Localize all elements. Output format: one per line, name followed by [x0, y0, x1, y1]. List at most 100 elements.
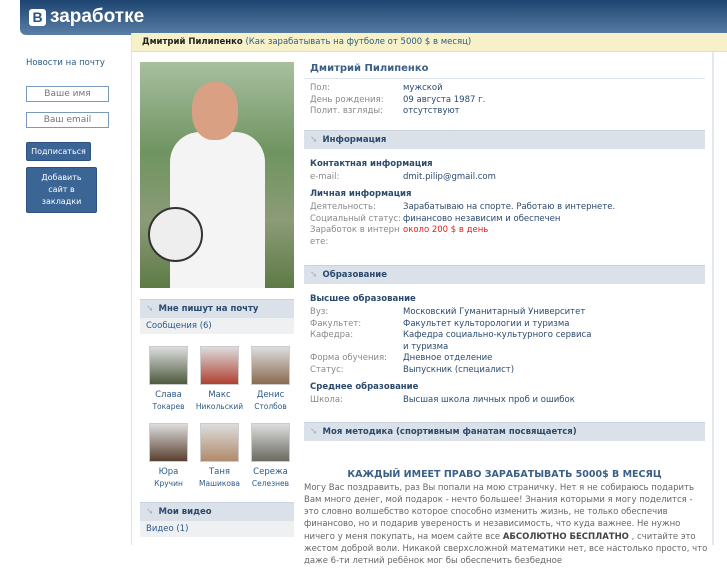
label: Заработок в интернете:: [310, 225, 400, 247]
site-header: Взаработке: [20, 0, 727, 35]
avatar[interactable]: [251, 346, 290, 385]
profile-name: Дмитрий Пилипенко: [304, 58, 705, 79]
education-header[interactable]: ➘ Образование: [304, 265, 705, 284]
earnings-value: около 200 $ в день: [403, 225, 489, 235]
friend-item[interactable]: Денис Столбов: [245, 346, 296, 413]
friend-item[interactable]: Таня Машикова: [194, 423, 245, 490]
info-row: Кафедра: Кафедра социально-культурного се…: [304, 330, 705, 353]
value: отсутствуют: [403, 106, 460, 116]
videos-link[interactable]: Видео (1): [140, 521, 294, 537]
label: Факультет:: [310, 318, 362, 329]
label: Статус:: [310, 364, 344, 375]
info-row: Форма обучения: Дневное отделение: [304, 353, 705, 365]
value: Кафедра социально-культурного сервиса и …: [403, 330, 592, 352]
site-logo[interactable]: Взаработке: [29, 6, 144, 28]
messages-link[interactable]: Сообщения (6): [140, 318, 294, 334]
bookmark-button[interactable]: Добавить сайт в закладки: [26, 167, 97, 213]
arrow-icon: ➘: [310, 134, 318, 145]
value: Выпускник (специалист): [403, 364, 515, 375]
avatar[interactable]: [251, 423, 290, 462]
friend-item[interactable]: Юра Кручин: [143, 423, 194, 490]
label: Социальный статус:: [310, 213, 401, 224]
secondary-edu-heading: Среднее образование: [310, 382, 419, 392]
info-header[interactable]: ➘ Информация: [304, 129, 705, 149]
value: 09 августа 1987 г.: [403, 94, 486, 105]
profile-photo: [140, 62, 294, 288]
mail-header[interactable]: ➘ Мне пишут на почту: [140, 299, 294, 318]
avatar[interactable]: [149, 423, 188, 462]
section-title: Информация: [322, 134, 387, 145]
friends-grid: Слава Токарев Макс Никольский Денис Столбов Юр…: [140, 334, 294, 490]
videos-section: ➘ Мои видео Видео (1): [140, 502, 294, 537]
label: e-mail:: [310, 171, 340, 182]
friend-first-name[interactable]: Сережа: [245, 466, 296, 478]
friend-first-name[interactable]: Таня: [194, 466, 245, 478]
method-headline: КАЖДЫЙ ИМЕЕТ ПРАВО ЗАРАБАТЫВАТЬ 5000$ В …: [347, 468, 662, 480]
mail-section: ➘ Мне пишут на почту Сообщения (6) Слава Т…: [140, 299, 294, 490]
label: День рождения:: [310, 94, 384, 105]
topbar-name: Дмитрий Пилипенко: [142, 37, 243, 47]
friend-last-name[interactable]: Машикова: [194, 478, 245, 490]
value: Факультет культорологии и туризма: [403, 318, 570, 329]
section-title: Моя методика (спортивным фанатам посвяща…: [322, 426, 577, 437]
value: Высшая школа личных проб и ошибок: [403, 395, 575, 405]
contact-heading: Контактная информация: [310, 158, 433, 169]
friend-last-name[interactable]: Столбов: [245, 401, 296, 413]
friend-first-name[interactable]: Денис: [245, 389, 296, 401]
friend-item[interactable]: Сережа Селезнев: [245, 423, 296, 490]
info-row: Факультет: Факультет культорологии и тури…: [304, 319, 705, 331]
friend-last-name[interactable]: Токарев: [143, 401, 194, 413]
name-input[interactable]: [26, 86, 109, 102]
section-title: Образование: [322, 270, 388, 280]
videos-header[interactable]: ➘ Мои видео: [140, 502, 294, 521]
value: мужской: [403, 83, 443, 93]
method-header[interactable]: ➘ Моя методика (спортивным фанатам посвящ…: [304, 421, 705, 441]
label: Вуз:: [310, 307, 329, 317]
value: Московский Гуманитарный Университет: [403, 307, 586, 317]
friend-item[interactable]: Макс Никольский: [194, 346, 245, 413]
friend-last-name[interactable]: Кручин: [143, 478, 194, 490]
info-row: День рождения: 09 августа 1987 г.: [304, 95, 705, 107]
avatar[interactable]: [200, 423, 239, 462]
friend-first-name[interactable]: Слава: [143, 389, 194, 401]
arrow-icon: ➘: [310, 270, 318, 280]
divider: [712, 52, 714, 545]
method-text: Могу Вас поздравить, раз Вы попали на мо…: [304, 482, 708, 567]
value: Дневное отделение: [403, 353, 493, 363]
label: Полит. взгляды:: [310, 106, 383, 116]
label: Форма обучения:: [310, 353, 388, 363]
avatar[interactable]: [200, 346, 239, 385]
divider: [131, 33, 132, 545]
sidebar: Новости на почту Подписаться Добавить са…: [26, 58, 126, 219]
friend-first-name[interactable]: Макс: [194, 389, 245, 401]
friend-first-name[interactable]: Юра: [143, 466, 194, 478]
label: Кафедра:: [310, 330, 354, 340]
friend-last-name[interactable]: Селезнев: [245, 478, 296, 490]
arrow-icon: ➘: [310, 426, 318, 437]
info-row: Пол: мужской: [304, 83, 705, 95]
personal-heading: Личная информация: [310, 189, 412, 199]
email-value[interactable]: dmit.pilip@gmail.com: [403, 172, 593, 184]
friend-item[interactable]: Слава Токарев: [143, 346, 194, 413]
friend-last-name[interactable]: Никольский: [194, 401, 245, 413]
info-row: Статус: Выпускник (специалист): [304, 365, 705, 377]
higher-edu-heading: Высшее образование: [310, 294, 416, 304]
logo-icon: В: [29, 8, 46, 26]
info-row: Вуз: Московский Гуманитарный Университет: [304, 307, 705, 319]
email-input[interactable]: [26, 112, 109, 128]
section-title: Мои видео: [158, 507, 212, 517]
arrow-icon: ➘: [146, 304, 154, 314]
logo-text: заработке: [50, 6, 145, 27]
news-link[interactable]: Новости на почту: [26, 58, 126, 68]
label: Пол:: [310, 83, 330, 93]
section-title: Мне пишут на почту: [158, 304, 259, 314]
value: финансово независим и обеспечен: [403, 213, 561, 224]
arrow-icon: ➘: [146, 507, 154, 517]
value: Зарабатываю на спорте. Работаю в интерне…: [403, 202, 616, 212]
info-row: Полит. взгляды: отсутствуют: [304, 106, 705, 118]
title-bar: Дмитрий Пилипенко (Как зарабатывать на ф…: [132, 33, 727, 52]
avatar[interactable]: [149, 346, 188, 385]
topbar-subtitle[interactable]: (Как зарабатывать на футболе от 5000 $ в…: [245, 37, 471, 47]
subscribe-button[interactable]: Подписаться: [26, 142, 91, 161]
label: Школа:: [310, 395, 343, 405]
